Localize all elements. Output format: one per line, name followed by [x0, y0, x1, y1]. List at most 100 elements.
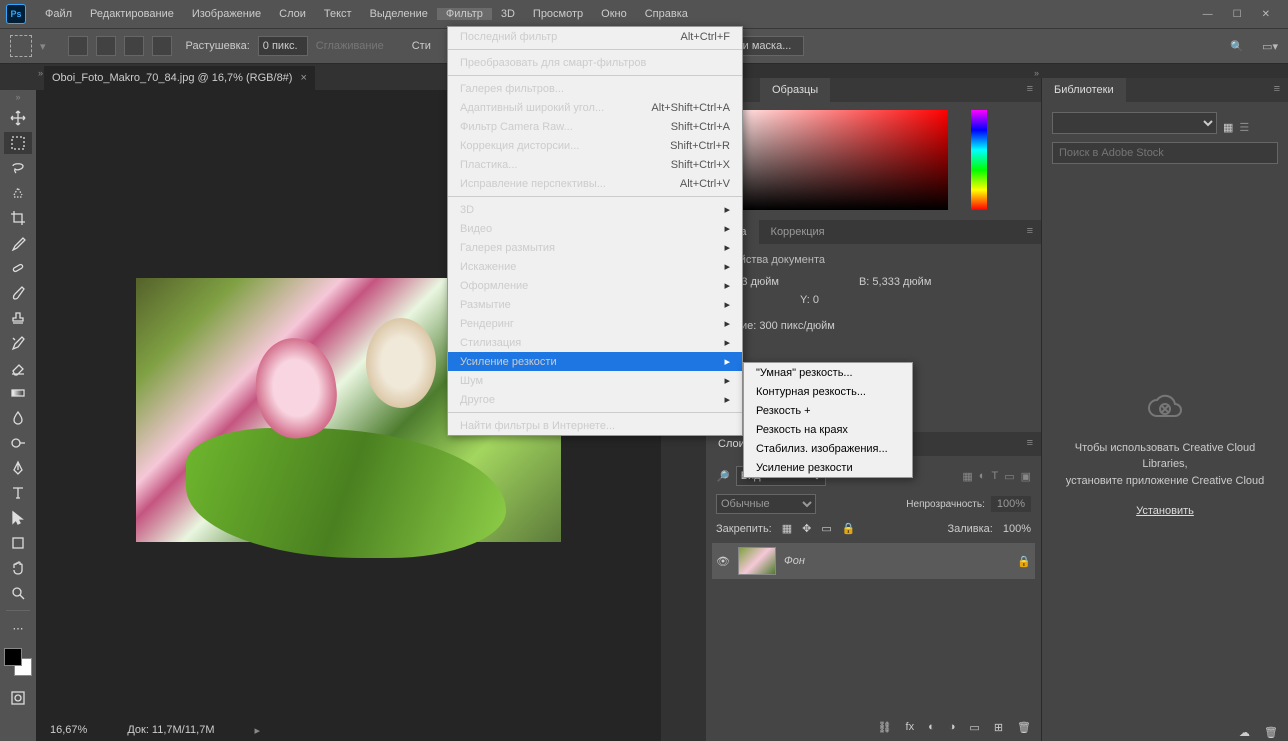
menu-текст[interactable]: Текст — [315, 8, 361, 20]
marquee-preview-icon[interactable] — [10, 35, 32, 57]
list-view-icon[interactable]: ☰ — [1239, 121, 1249, 134]
menu-sub-2[interactable]: Галерея размытия▸ — [448, 238, 742, 257]
menu-sub-1[interactable]: Видео▸ — [448, 219, 742, 238]
tab-libraries[interactable]: Библиотеки — [1042, 78, 1126, 102]
panel-menu-icon[interactable]: ≡ — [1019, 432, 1041, 456]
eyedropper-tool[interactable] — [4, 232, 32, 254]
menu-sub-9[interactable]: Шум▸ — [448, 371, 742, 390]
pen-tool[interactable] — [4, 457, 32, 479]
group-icon[interactable]: ▭ — [969, 721, 979, 734]
tab-swatches[interactable]: Образцы — [760, 78, 830, 102]
menu-sub-4[interactable]: Оформление▸ — [448, 276, 742, 295]
feather-input[interactable] — [258, 36, 308, 56]
lock-pixels-icon[interactable]: ▦ — [782, 522, 792, 535]
menu-sub-5[interactable]: Размытие▸ — [448, 295, 742, 314]
selection-subtract-icon[interactable] — [124, 36, 144, 56]
layer-row[interactable]: 👁 Фон 🔒 — [712, 543, 1035, 579]
crop-tool[interactable] — [4, 207, 32, 229]
opacity-value[interactable]: 100% — [991, 496, 1031, 512]
library-select[interactable] — [1052, 112, 1217, 134]
blend-mode-select[interactable]: Обычные — [716, 494, 816, 514]
visibility-icon[interactable]: 👁 — [716, 555, 730, 568]
panel-menu-icon[interactable]: ≡ — [1019, 78, 1041, 102]
menu-справка[interactable]: Справка — [636, 8, 697, 20]
menu-выделение[interactable]: Выделение — [361, 8, 437, 20]
sharpen-item-2[interactable]: Резкость + — [744, 401, 912, 420]
menu-sub-8[interactable]: Усиление резкости▸ — [448, 352, 742, 371]
lock-position-icon[interactable]: ✥ — [802, 522, 811, 535]
menu-фильтр[interactable]: Фильтр — [437, 8, 492, 20]
dodge-tool[interactable] — [4, 432, 32, 454]
menu-sub-6[interactable]: Рендеринг▸ — [448, 314, 742, 333]
menu-3d[interactable]: 3D — [492, 8, 524, 20]
heal-tool[interactable] — [4, 257, 32, 279]
stamp-tool[interactable] — [4, 307, 32, 329]
selection-new-icon[interactable] — [68, 36, 88, 56]
brush-tool[interactable] — [4, 282, 32, 304]
edit-toolbar-icon[interactable]: ⋯ — [4, 617, 32, 639]
close-icon[interactable]: ✕ — [1262, 9, 1270, 20]
quick-select-tool[interactable] — [4, 182, 32, 204]
lasso-tool[interactable] — [4, 157, 32, 179]
new-layer-icon[interactable]: ⊞ — [994, 721, 1003, 734]
filter-shape-icon[interactable]: ▭ — [1004, 470, 1014, 483]
fx-icon[interactable]: fx — [906, 721, 915, 733]
menu-просмотр[interactable]: Просмотр — [524, 8, 592, 20]
tab-correction[interactable]: Коррекция — [759, 220, 837, 244]
menu-lens-correction[interactable]: Коррекция дисторсии...Shift+Ctrl+R — [448, 136, 742, 155]
maximize-icon[interactable]: ☐ — [1233, 9, 1242, 20]
menu-liquify[interactable]: Пластика...Shift+Ctrl+X — [448, 155, 742, 174]
fill-value[interactable]: 100% — [1003, 523, 1031, 535]
document-tab[interactable]: Oboi_Foto_Makro_70_84.jpg @ 16,7% (RGB/8… — [44, 66, 315, 90]
sharpen-item-4[interactable]: Стабилиз. изображения... — [744, 439, 912, 458]
move-tool[interactable] — [4, 107, 32, 129]
lib-delete-icon[interactable]: 🗑 — [1264, 726, 1278, 739]
shape-tool[interactable] — [4, 532, 32, 554]
menu-camera-raw[interactable]: Фильтр Camera Raw...Shift+Ctrl+A — [448, 117, 742, 136]
menu-find-filters[interactable]: Найти фильтры в Интернете... — [448, 416, 742, 435]
zoom-tool[interactable] — [4, 582, 32, 604]
minimize-icon[interactable]: — — [1203, 9, 1213, 20]
type-tool[interactable] — [4, 482, 32, 504]
stock-search-input[interactable] — [1052, 142, 1278, 164]
sharpen-item-1[interactable]: Контурная резкость... — [744, 382, 912, 401]
workspace-icon[interactable]: ▭▾ — [1262, 40, 1278, 53]
mask-icon[interactable]: ◐ — [928, 721, 935, 733]
menu-last-filter[interactable]: Последний фильтрAlt+Ctrl+F — [448, 27, 742, 46]
zoom-level[interactable]: 16,67% — [50, 724, 87, 736]
color-swatches[interactable] — [4, 648, 32, 676]
menu-filter-gallery[interactable]: Галерея фильтров... — [448, 79, 742, 98]
menu-sub-10[interactable]: Другое▸ — [448, 390, 742, 409]
marquee-tool[interactable] — [4, 132, 32, 154]
tab-close-icon[interactable]: × — [300, 72, 306, 84]
grid-view-icon[interactable]: ▦ — [1223, 121, 1233, 134]
blur-tool[interactable] — [4, 407, 32, 429]
menu-sub-7[interactable]: Стилизация▸ — [448, 333, 742, 352]
menu-изображение[interactable]: Изображение — [183, 8, 270, 20]
layer-thumbnail[interactable] — [738, 547, 776, 575]
filter-type-icon[interactable]: T — [991, 470, 998, 482]
menu-wide-angle[interactable]: Адаптивный широкий угол...Alt+Shift+Ctrl… — [448, 98, 742, 117]
sharpen-item-3[interactable]: Резкость на краях — [744, 420, 912, 439]
path-select-tool[interactable] — [4, 507, 32, 529]
tab-expand-icon[interactable]: » — [38, 68, 43, 78]
search-icon[interactable]: 🔍 — [1230, 40, 1244, 53]
selection-intersect-icon[interactable] — [152, 36, 172, 56]
panel-menu-icon[interactable]: ≡ — [1266, 78, 1288, 102]
hand-tool[interactable] — [4, 557, 32, 579]
gradient-tool[interactable] — [4, 382, 32, 404]
quickmask-icon[interactable] — [4, 687, 32, 709]
menu-vanishing-point[interactable]: Исправление перспективы...Alt+Ctrl+V — [448, 174, 742, 193]
tab-collapse-icon[interactable]: » — [1034, 68, 1039, 78]
selection-add-icon[interactable] — [96, 36, 116, 56]
history-brush-tool[interactable] — [4, 332, 32, 354]
menu-sub-3[interactable]: Искажение▸ — [448, 257, 742, 276]
menu-окно[interactable]: Окно — [592, 8, 636, 20]
link-layers-icon[interactable]: ⛓ — [878, 721, 892, 734]
eraser-tool[interactable] — [4, 357, 32, 379]
color-picker[interactable] — [706, 102, 1041, 220]
adjustment-icon[interactable]: ◑ — [949, 721, 956, 733]
menu-sub-0[interactable]: 3D▸ — [448, 200, 742, 219]
install-link[interactable]: Установить — [1062, 503, 1268, 520]
menu-слои[interactable]: Слои — [270, 8, 315, 20]
